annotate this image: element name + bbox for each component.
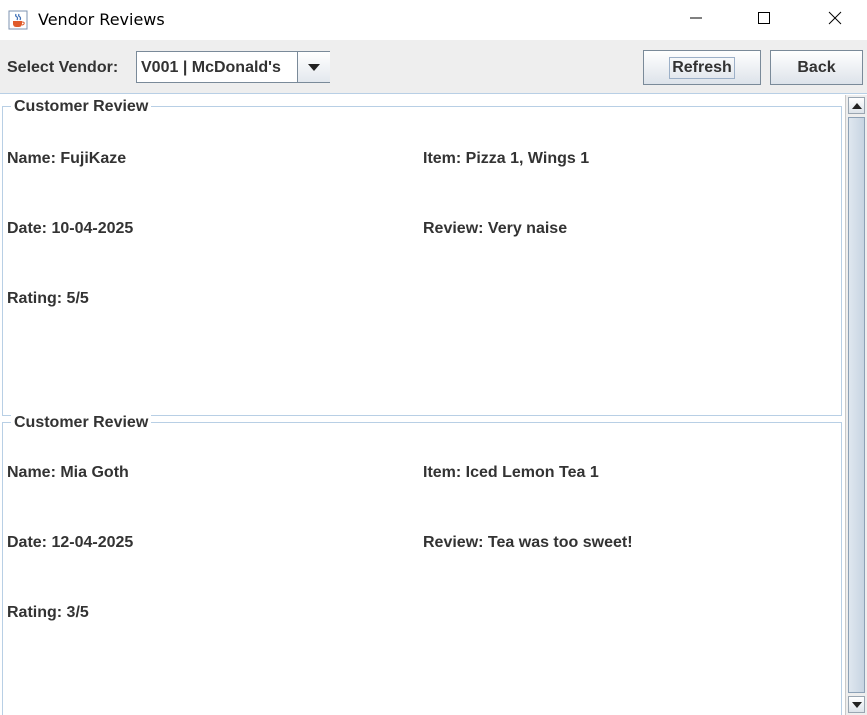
- scroll-down-button[interactable]: [848, 696, 865, 713]
- scrollbar-thumb[interactable]: [848, 117, 865, 693]
- review-date: Date: 10-04-2025: [7, 220, 134, 237]
- review-panel: Customer Review Name: Mia Goth Item: Ice…: [2, 414, 842, 715]
- review-item: Item: Iced Lemon Tea 1: [423, 464, 599, 481]
- vertical-scrollbar[interactable]: [845, 95, 867, 715]
- review-panel-title: Customer Review: [11, 98, 152, 116]
- vendor-select-value: V001 | McDonald's: [141, 59, 281, 76]
- maximize-button[interactable]: [741, 0, 787, 36]
- select-vendor-label: Select Vendor:: [7, 59, 119, 76]
- minimize-button[interactable]: [673, 0, 719, 36]
- vendor-toolbar: Select Vendor: V001 | McDonald's Refresh…: [0, 40, 867, 94]
- reviews-scroll-pane[interactable]: Customer Review Name: FujiKaze Item: Piz…: [0, 95, 845, 715]
- vendor-select[interactable]: V001 | McDonald's: [136, 51, 330, 83]
- java-coffee-cup-icon: [8, 10, 28, 30]
- review-panel: Customer Review Name: FujiKaze Item: Piz…: [2, 98, 842, 416]
- dropdown-arrow-button[interactable]: [297, 52, 330, 82]
- review-panel-title: Customer Review: [11, 414, 152, 432]
- chevron-down-icon: [851, 701, 862, 708]
- review-name: Name: Mia Goth: [7, 464, 129, 481]
- title-bar: Vendor Reviews: [0, 0, 867, 40]
- chevron-up-icon: [851, 102, 862, 109]
- window-title: Vendor Reviews: [38, 10, 165, 29]
- close-icon: [828, 11, 842, 25]
- review-item: Item: Pizza 1, Wings 1: [423, 150, 590, 167]
- maximize-icon: [758, 12, 770, 24]
- review-name: Name: FujiKaze: [7, 150, 127, 167]
- refresh-button-label: Refresh: [669, 56, 735, 79]
- minimize-icon: [690, 17, 702, 19]
- close-button[interactable]: [812, 0, 858, 36]
- review-text: Review: Very naise: [423, 220, 568, 237]
- review-rating: Rating: 5/5: [7, 290, 89, 307]
- review-text: Review: Tea was too sweet!: [423, 534, 633, 551]
- refresh-button[interactable]: Refresh: [643, 50, 761, 85]
- back-button[interactable]: Back: [770, 50, 863, 85]
- review-rating: Rating: 3/5: [7, 604, 89, 621]
- chevron-down-icon: [308, 63, 320, 71]
- review-date: Date: 12-04-2025: [7, 534, 134, 551]
- scroll-up-button[interactable]: [848, 97, 865, 114]
